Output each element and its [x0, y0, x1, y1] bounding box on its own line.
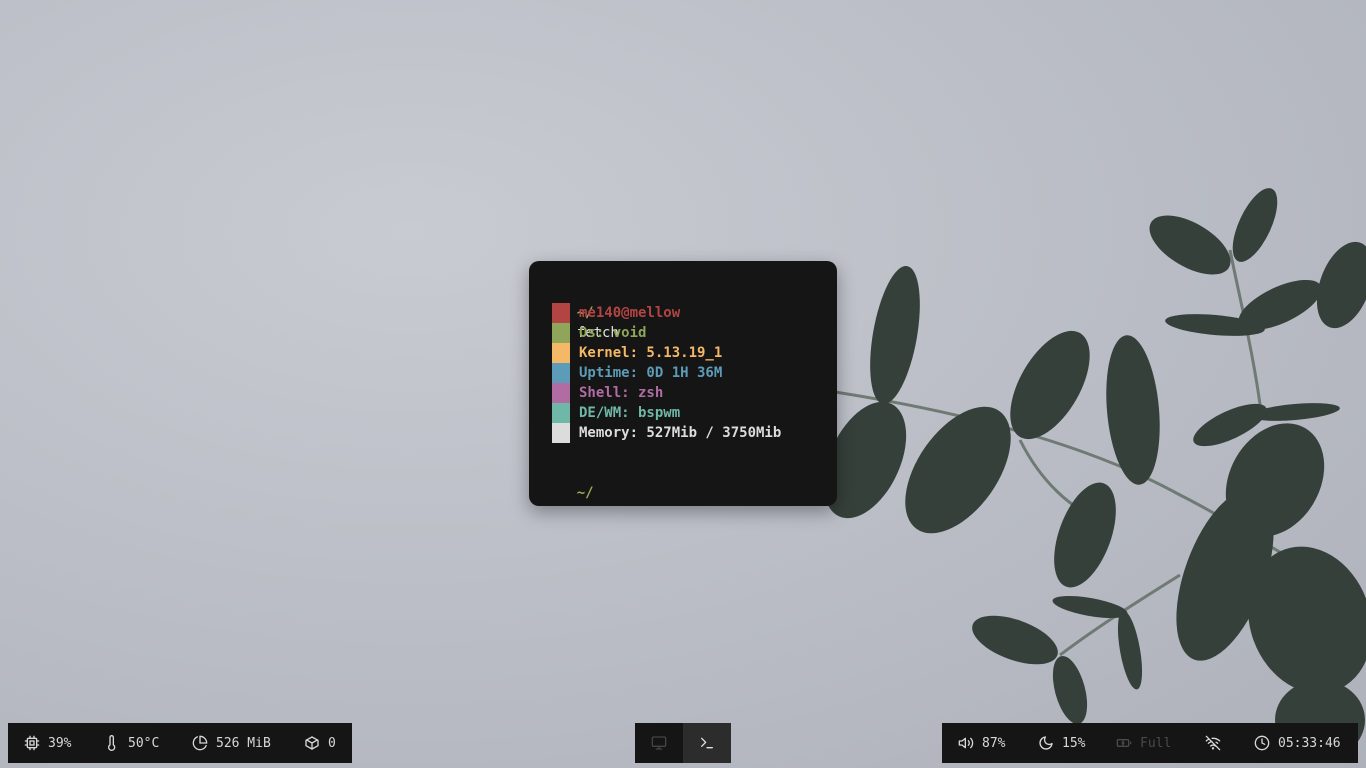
temperature-value: 50°C: [128, 735, 160, 751]
workspace-1[interactable]: [635, 723, 683, 763]
monitor-icon: [651, 736, 667, 750]
clock-module[interactable]: 05:33:46: [1254, 723, 1341, 763]
color-swatch: [552, 363, 570, 383]
fetch-info-line: DE/WM: bspwm: [579, 405, 681, 421]
fetch-info-line: Uptime: 0D 1H 36M: [579, 365, 723, 381]
clock-icon: [1254, 735, 1270, 751]
fetch-info-line: Kernel: 5.13.19_1: [579, 345, 723, 361]
volume-module[interactable]: 87%: [958, 723, 1005, 763]
color-swatch: [552, 383, 570, 403]
battery-status: Full: [1140, 735, 1172, 751]
wifi-off-icon: [1205, 735, 1221, 751]
right-status-bar: 87% 15% Full 05:33:46: [942, 723, 1358, 763]
terminal-window[interactable]: ~/ fetch me140@mellow Os: void Kernel: 5.1…: [529, 261, 837, 506]
clock-time: 05:33:46: [1278, 735, 1341, 751]
color-swatch: [552, 343, 570, 363]
fetch-info-line: Shell: zsh: [579, 385, 664, 401]
memory-module[interactable]: 526 MiB: [192, 723, 271, 763]
temperature-module[interactable]: 50°C: [104, 723, 159, 763]
cpu-usage: 39%: [48, 735, 72, 751]
brightness-module[interactable]: 15%: [1038, 723, 1085, 763]
battery-module[interactable]: Full: [1116, 723, 1171, 763]
thermometer-icon: [108, 735, 116, 751]
packages-module[interactable]: 0: [304, 723, 336, 763]
end-prompt-line: ~/: [543, 463, 594, 501]
color-swatch: [552, 303, 570, 323]
color-swatch: [552, 403, 570, 423]
prompt-symbol: ~/: [576, 485, 594, 501]
workspace-2[interactable]: [683, 723, 731, 763]
color-swatch: [552, 323, 570, 343]
fetch-info-line: Os: void: [579, 325, 647, 341]
brightness-level: 15%: [1062, 735, 1086, 751]
package-updates: 0: [328, 735, 336, 751]
workspace-bar: [635, 723, 731, 763]
package-icon: [305, 736, 319, 750]
volume-level: 87%: [982, 735, 1006, 751]
cpu-icon: [24, 735, 40, 751]
fetch-info-line: Memory: 527Mib / 3750Mib: [579, 425, 782, 441]
terminal-icon: [701, 737, 713, 749]
left-status-bar: 39% 50°C 526 MiB 0: [8, 723, 352, 763]
pie-chart-icon: [192, 735, 208, 751]
battery-charging-icon: [1116, 739, 1132, 747]
moon-icon: [1039, 736, 1053, 750]
network-module[interactable]: [1205, 723, 1229, 763]
prompt-line: ~/ fetch: [543, 283, 619, 341]
fetch-info-line: me140@mellow: [579, 305, 681, 321]
memory-usage: 526 MiB: [216, 735, 271, 751]
volume-icon: [958, 737, 974, 749]
color-swatch: [552, 423, 570, 443]
cpu-module[interactable]: 39%: [24, 723, 71, 763]
